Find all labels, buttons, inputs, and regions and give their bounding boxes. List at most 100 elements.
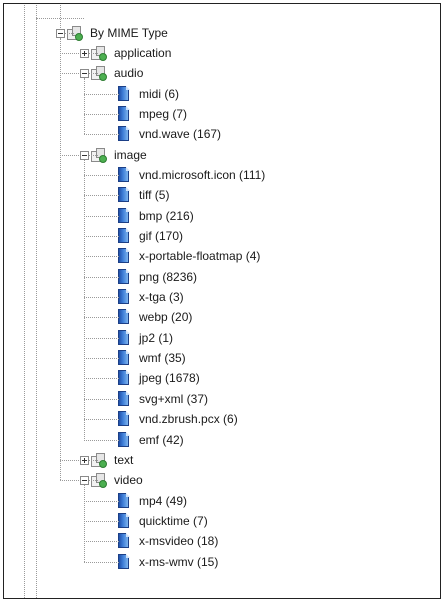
tree-leaf-image-0[interactable]: vnd.microsoft.icon (111) [117,165,265,185]
connector [84,256,119,258]
connector [89,73,98,75]
connector [84,195,119,197]
tree-leaf-video-1-label: quicktime (7) [139,513,208,528]
tree-leaf-image-8[interactable]: jp2 (1) [117,328,173,348]
tree-leaf-image-1-label: tiff (5) [139,188,170,203]
file-type-icon [117,411,131,427]
connector [84,317,119,319]
tree-leaf-audio-2[interactable]: vnd.wave (167) [117,124,221,144]
tree-leaf-video-2[interactable]: x-msvideo (18) [117,531,218,551]
tree-leaf-video-0[interactable]: mp4 (49) [117,491,187,511]
connector [84,398,119,400]
connector [84,134,119,136]
connector [60,52,79,54]
connector [84,378,119,380]
file-type-icon [117,105,131,122]
connector [84,276,119,278]
file-type-icon [117,431,131,448]
file-type-icon [117,207,131,224]
tree-node-application[interactable]: application [90,43,171,63]
connector [89,52,98,54]
tree-node-by-mime-type[interactable]: By MIME Type [66,23,168,43]
expander-application[interactable] [80,48,89,58]
file-type-icon [117,492,131,509]
tree-node-image[interactable]: image [90,145,147,165]
tree-leaf-image-9[interactable]: wmf (35) [117,348,186,368]
tree-node-text-label: text [114,452,134,467]
tree-leaf-image-7-label: webp (20) [139,310,193,325]
tree-leaf-image-5[interactable]: png (8236) [117,267,197,287]
parent-guide-line [60,4,61,28]
connector [89,480,98,482]
tree-node-video-label: video [114,473,143,488]
file-type-icon [117,85,131,102]
file-type-icon [117,533,131,549]
tree-leaf-image-11[interactable]: svg+xml (37) [117,389,208,409]
tree-node-application-label: application [114,45,172,60]
tree-leaf-audio-1[interactable]: mpeg (7) [117,104,187,124]
connector [60,154,79,156]
connector [84,500,119,502]
tree-leaf-image-2-label: bmp (216) [139,208,194,223]
tree-leaf-image-10-label: jpeg (1678) [139,371,200,386]
tree-leaf-image-3[interactable]: gif (170) [117,226,183,246]
connector [84,358,119,360]
expander-by-mime-type[interactable] [56,28,65,38]
tree-leaf-image-13[interactable]: emf (42) [117,430,184,450]
tree-leaf-image-7[interactable]: webp (20) [117,307,192,327]
file-type-icon [117,553,131,570]
tree-leaf-audio-0[interactable]: midi (6) [117,84,179,104]
tree-leaf-video-2-label: x-msvideo (18) [139,534,219,549]
file-type-icon [117,350,131,366]
mime-type-tree-panel: By MIME Type application audio midi (6) mpeg… [3,3,441,599]
tree-leaf-video-3[interactable]: x-ms-wmv (15) [117,552,218,572]
connector [84,236,119,237]
file-type-icon [117,370,131,386]
connector [89,154,98,156]
connector [84,520,119,522]
file-type-icon [117,187,131,203]
connector [84,93,119,95]
guide-line-video [84,485,85,562]
connector [60,459,79,461]
tree-leaf-image-1[interactable]: tiff (5) [117,185,169,205]
tree-leaf-image-4[interactable]: x-portable-floatmap (4) [117,246,260,266]
outer-guide-line [36,4,37,598]
tree-leaf-audio-2-label: vnd.wave (167) [139,127,222,142]
file-type-icon [117,248,131,264]
tree-node-audio[interactable]: audio [90,63,143,83]
tree-leaf-image-2[interactable]: bmp (216) [117,206,194,226]
tree-leaf-image-11-label: svg+xml (37) [139,391,209,406]
outer-guide-line [24,4,25,598]
tree-leaf-image-6-label: x-tga (3) [139,290,184,305]
tree-leaf-image-12[interactable]: vnd.zbrush.pcx (6) [117,409,238,429]
connector [84,337,119,339]
tree-leaf-image-4-label: x-portable-floatmap (4) [139,249,261,264]
expander-video[interactable] [80,476,89,486]
guide-line-by-mime-type [60,37,61,481]
tree-node-image-label: image [114,147,147,162]
connector [60,480,79,482]
guide-line-audio [84,78,85,135]
tree-leaf-image-6[interactable]: x-tga (3) [117,287,184,307]
tree-leaf-image-10[interactable]: jpeg (1678) [117,368,200,388]
expander-image[interactable] [80,150,89,160]
tree-leaf-image-3-label: gif (170) [139,229,184,243]
connector [89,459,98,461]
tree-node-audio-label: audio [114,66,144,81]
connector [84,297,119,299]
tree-leaf-video-1[interactable]: quicktime (7) [117,511,208,531]
tree-leaf-video-3-label: x-ms-wmv (15) [139,554,219,569]
file-type-icon [117,309,131,325]
file-type-icon [117,126,131,142]
connector [84,541,119,543]
expander-text[interactable] [80,455,89,465]
connector [84,561,119,563]
tree-node-by-mime-type-label: By MIME Type [90,25,168,40]
expander-audio[interactable] [80,69,89,79]
tree-leaf-image-0-label: vnd.microsoft.icon (111) [139,167,266,182]
file-type-icon [117,228,131,244]
tree-leaf-video-0-label: mp4 (49) [139,493,188,508]
tree-leaf-audio-0-label: midi (6) [139,86,180,101]
tree-leaf-image-12-label: vnd.zbrush.pcx (6) [139,412,238,427]
